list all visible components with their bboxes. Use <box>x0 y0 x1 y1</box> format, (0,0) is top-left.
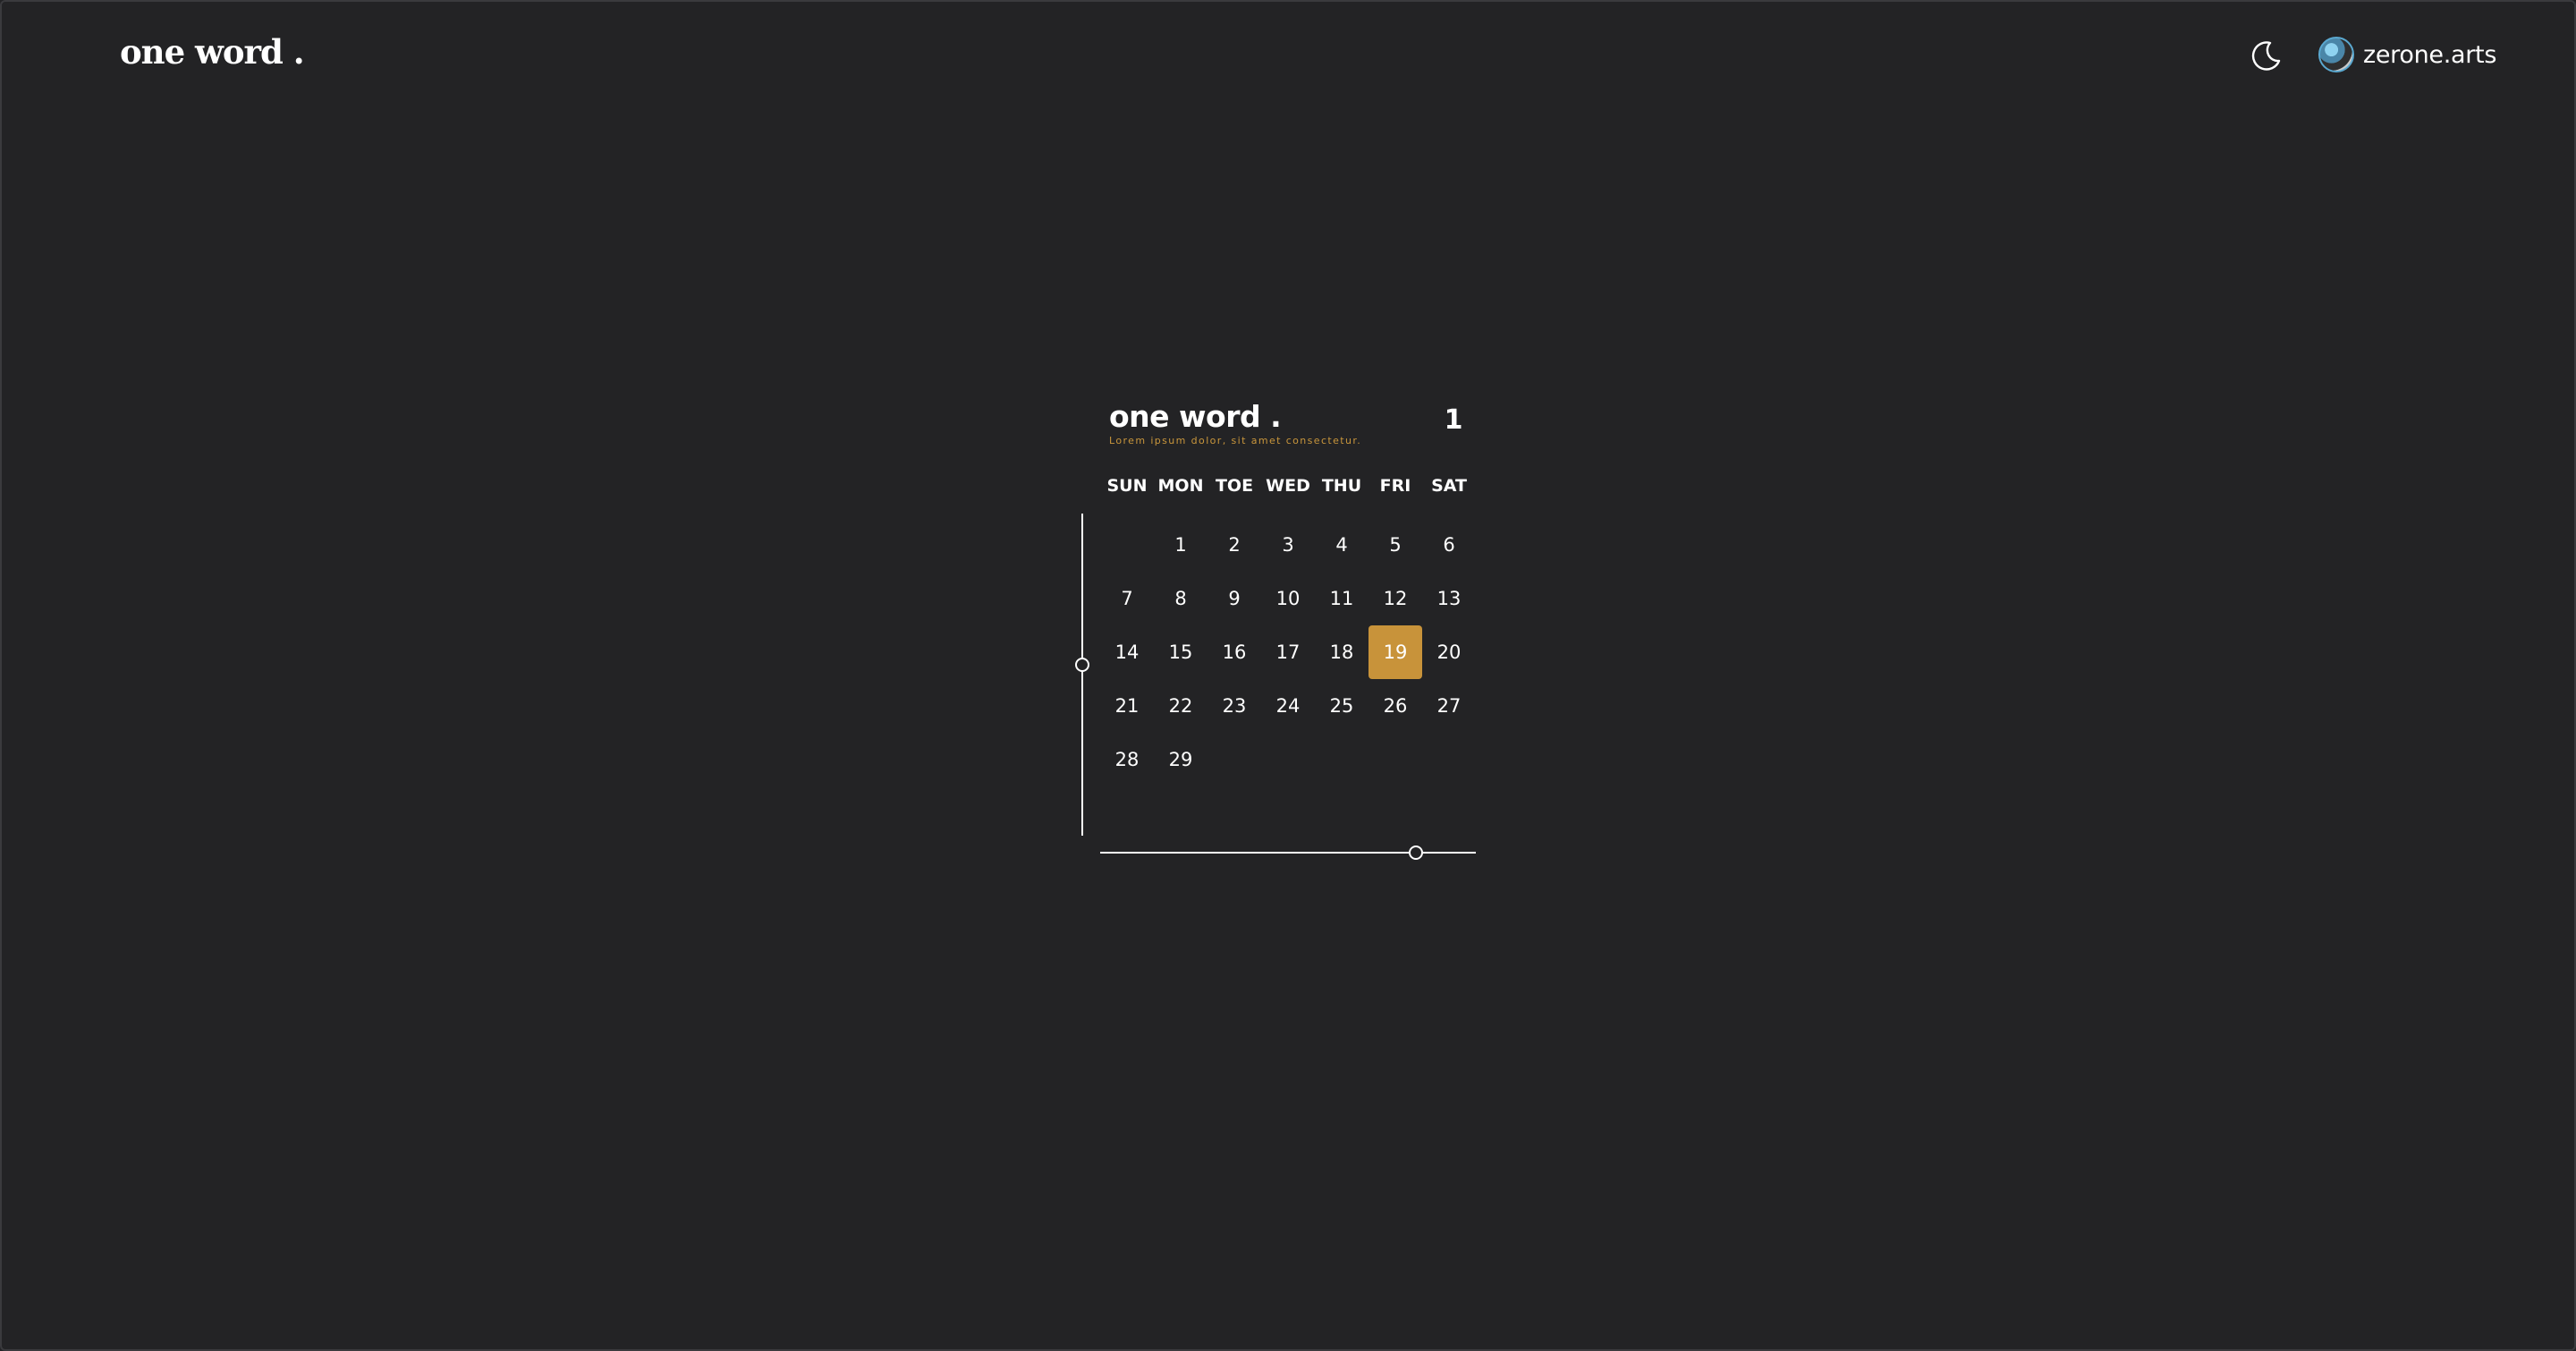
calendar-day[interactable]: 6 <box>1422 518 1476 572</box>
calendar-day[interactable]: 12 <box>1368 572 1422 625</box>
weekday-label: WED <box>1266 476 1310 496</box>
weekday-label: FRI <box>1379 476 1411 496</box>
weekday-label: MON <box>1157 476 1204 496</box>
calendar-day[interactable]: 17 <box>1261 625 1315 679</box>
calendar-day[interactable]: 22 <box>1154 679 1208 733</box>
calendar-day[interactable]: 29 <box>1154 733 1208 786</box>
username: zerone.arts <box>2363 40 2497 69</box>
calendar-day[interactable]: 4 <box>1315 518 1368 572</box>
calendar-title: one word . <box>1109 399 1282 434</box>
calendar-day[interactable]: 13 <box>1422 572 1476 625</box>
theme-toggle-button[interactable] <box>2247 36 2286 75</box>
calendar-day[interactable]: 5 <box>1368 518 1422 572</box>
weekday-label: SAT <box>1431 476 1467 496</box>
calendar-day[interactable]: 24 <box>1261 679 1315 733</box>
calendar-day[interactable]: 28 <box>1100 733 1154 786</box>
calendar-day[interactable]: 25 <box>1315 679 1368 733</box>
calendar-day[interactable]: 10 <box>1261 572 1315 625</box>
calendar-day-selected[interactable]: 19 <box>1368 625 1422 679</box>
calendar-day[interactable]: 26 <box>1368 679 1422 733</box>
calendar-day[interactable]: 14 <box>1100 625 1154 679</box>
weekday-label: SUN <box>1106 476 1148 496</box>
brand-logo[interactable]: one word . <box>120 32 305 72</box>
calendar-day[interactable]: 23 <box>1208 679 1261 733</box>
moon-icon <box>2251 41 2281 71</box>
calendar-day[interactable]: 20 <box>1422 625 1476 679</box>
calendar-day[interactable]: 18 <box>1315 625 1368 679</box>
user-menu[interactable]: zerone.arts <box>2318 34 2496 75</box>
vertical-slider-track[interactable] <box>1081 514 1083 836</box>
calendar-day[interactable]: 27 <box>1422 679 1476 733</box>
calendar-day[interactable]: 16 <box>1208 625 1261 679</box>
calendar-day[interactable]: 1 <box>1154 518 1208 572</box>
weekday-label: TOE <box>1215 476 1254 496</box>
calendar-day[interactable]: 7 <box>1100 572 1154 625</box>
horizontal-slider-thumb[interactable] <box>1408 845 1423 860</box>
avatar[interactable] <box>2318 37 2354 72</box>
calendar-subtitle: Lorem ipsum dolor, sit amet consectetur. <box>1109 435 1362 446</box>
calendar-day[interactable]: 2 <box>1208 518 1261 572</box>
calendar-day[interactable]: 9 <box>1208 572 1261 625</box>
weekday-label: THU <box>1321 476 1362 496</box>
calendar-day[interactable]: 15 <box>1154 625 1208 679</box>
calendar-day[interactable]: 21 <box>1100 679 1154 733</box>
calendar-day[interactable]: 11 <box>1315 572 1368 625</box>
calendar-day[interactable]: 8 <box>1154 572 1208 625</box>
calendar-day[interactable]: 3 <box>1261 518 1315 572</box>
month-number: 1 <box>1444 404 1463 436</box>
